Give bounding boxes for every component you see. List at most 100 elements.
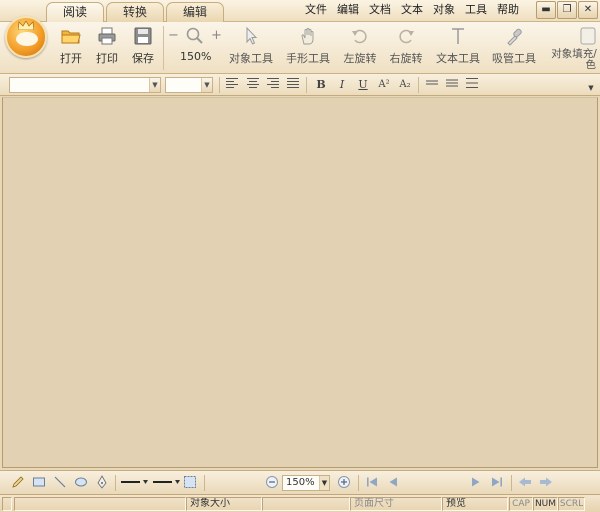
- align-right-icon: [267, 78, 279, 88]
- bottom-separator: [358, 475, 359, 491]
- last-page-button[interactable]: [489, 475, 505, 491]
- hand-tool-button[interactable]: 手形工具: [285, 26, 331, 66]
- window-controls: ▬ ❐ ✕: [535, 1, 598, 19]
- menu-edit[interactable]: 编辑: [332, 0, 364, 20]
- zoom-in-icon: [338, 476, 350, 488]
- zoom-level-select[interactable]: 150% ▼: [282, 475, 330, 491]
- underline-button[interactable]: U: [355, 77, 371, 93]
- text-tool-button[interactable]: 文本工具: [435, 26, 481, 66]
- line-tool-button[interactable]: [52, 475, 68, 491]
- font-name-select[interactable]: ▼: [9, 77, 161, 93]
- line-spacing-double-button[interactable]: [464, 77, 480, 93]
- rectangle-tool-button[interactable]: [31, 475, 47, 491]
- line-spacing-medium-button[interactable]: [444, 77, 460, 93]
- back-button[interactable]: [517, 475, 533, 491]
- status-bar: 对象大小 页面尺寸 预览 CAP NUM SCRL: [0, 494, 600, 512]
- text-cursor-icon: [452, 28, 464, 44]
- zoom-level-label: 150%: [180, 50, 212, 63]
- subscript-button[interactable]: A₂: [397, 77, 413, 93]
- format-separator: [306, 77, 307, 93]
- status-left-cell: [2, 497, 12, 511]
- app-logo-icon[interactable]: [5, 16, 47, 58]
- line-spacing-single-button[interactable]: [424, 77, 440, 93]
- ellipse-tool-button[interactable]: [73, 475, 89, 491]
- document-canvas[interactable]: [2, 97, 598, 468]
- rotate-right-button[interactable]: 右旋转: [386, 26, 426, 66]
- pencil-tool-button[interactable]: [10, 475, 26, 491]
- minimize-button[interactable]: ▬: [536, 1, 556, 19]
- save-label: 保存: [132, 52, 154, 65]
- toolbar-overflow-icon[interactable]: ▼: [586, 80, 596, 96]
- object-fill-button[interactable]: 对象填充/ 色: [548, 26, 600, 71]
- bottom-toolbar: 150% ▼: [0, 470, 600, 494]
- zoom-out-icon: [266, 476, 278, 488]
- first-page-button[interactable]: [364, 475, 380, 491]
- menu-bar: 文件 编辑 文档 文本 对象 工具 帮助: [300, 0, 524, 20]
- object-tool-button[interactable]: 对象工具: [228, 26, 274, 66]
- pen-tool-button[interactable]: [94, 475, 110, 491]
- object-size-label: 对象大小: [186, 497, 262, 511]
- title-bar: 阅读 转换 编辑 文件 编辑 文档 文本 对象 工具 帮助 ▬ ❐ ✕: [0, 0, 600, 22]
- zoom-out-small-button[interactable]: [264, 475, 280, 491]
- previous-page-button[interactable]: [385, 475, 401, 491]
- status-message-cell: [14, 497, 186, 511]
- zoom-in-button[interactable]: +: [211, 28, 222, 43]
- align-justify-button[interactable]: [285, 77, 301, 93]
- zoom-control[interactable]: 150%: [180, 26, 212, 63]
- tab-edit[interactable]: 编辑: [166, 2, 224, 22]
- forward-button[interactable]: [538, 475, 554, 491]
- select-area-button[interactable]: [182, 475, 198, 491]
- previous-page-icon: [389, 477, 397, 487]
- tab-convert[interactable]: 转换: [106, 2, 164, 22]
- back-arrow-icon: [519, 477, 531, 487]
- align-center-button[interactable]: [245, 77, 261, 93]
- zoom-in-small-button[interactable]: [336, 475, 352, 491]
- line-style-select[interactable]: [120, 475, 150, 491]
- print-button[interactable]: 打印: [94, 26, 120, 66]
- italic-button[interactable]: I: [334, 77, 350, 93]
- font-size-select[interactable]: ▼: [165, 77, 213, 93]
- next-page-icon: [472, 477, 480, 487]
- bold-button[interactable]: B: [313, 77, 329, 93]
- align-justify-icon: [287, 78, 299, 88]
- menu-object[interactable]: 对象: [428, 0, 460, 20]
- floppy-disk-icon: [134, 27, 152, 45]
- rotate-left-button[interactable]: 左旋转: [340, 26, 380, 66]
- pencil-icon: [12, 476, 24, 488]
- rotate-left-label: 左旋转: [343, 52, 377, 65]
- align-left-button[interactable]: [224, 77, 240, 93]
- close-button[interactable]: ✕: [578, 1, 598, 19]
- chevron-down-icon: ▼: [319, 476, 329, 490]
- text-tool-label: 文本工具: [436, 52, 480, 65]
- menu-document[interactable]: 文档: [364, 0, 396, 20]
- menu-file[interactable]: 文件: [300, 0, 332, 20]
- save-button[interactable]: 保存: [130, 26, 156, 66]
- chevron-down-icon: ▼: [201, 78, 212, 92]
- restore-button[interactable]: ❐: [557, 1, 577, 19]
- line-width-icon: [153, 480, 180, 484]
- eyedropper-tool-button[interactable]: 吸管工具: [491, 26, 537, 66]
- magnifier-icon: [186, 27, 203, 44]
- tab-read[interactable]: 阅读: [46, 2, 104, 22]
- hand-tool-label: 手形工具: [286, 52, 330, 65]
- zoom-level-value: 150%: [286, 477, 315, 488]
- line-spacing-icon: [426, 80, 438, 85]
- align-center-icon: [247, 78, 259, 88]
- superscript-button[interactable]: A²: [376, 77, 392, 93]
- line-width-select[interactable]: [152, 475, 182, 491]
- arrow-cursor-icon: [246, 26, 258, 45]
- align-right-button[interactable]: [265, 77, 281, 93]
- last-page-icon: [492, 477, 502, 487]
- menu-help[interactable]: 帮助: [492, 0, 524, 20]
- first-page-icon: [367, 477, 377, 487]
- open-button[interactable]: 打开: [58, 26, 84, 66]
- menu-text[interactable]: 文本: [396, 0, 428, 20]
- open-label: 打开: [60, 52, 82, 65]
- zoom-out-button[interactable]: −: [168, 28, 179, 43]
- forward-arrow-icon: [540, 477, 552, 487]
- ribbon-separator: [163, 26, 164, 70]
- preview-mode-label: 预览: [442, 497, 508, 511]
- next-page-button[interactable]: [468, 475, 484, 491]
- object-size-value: [262, 497, 350, 511]
- menu-tools[interactable]: 工具: [460, 0, 492, 20]
